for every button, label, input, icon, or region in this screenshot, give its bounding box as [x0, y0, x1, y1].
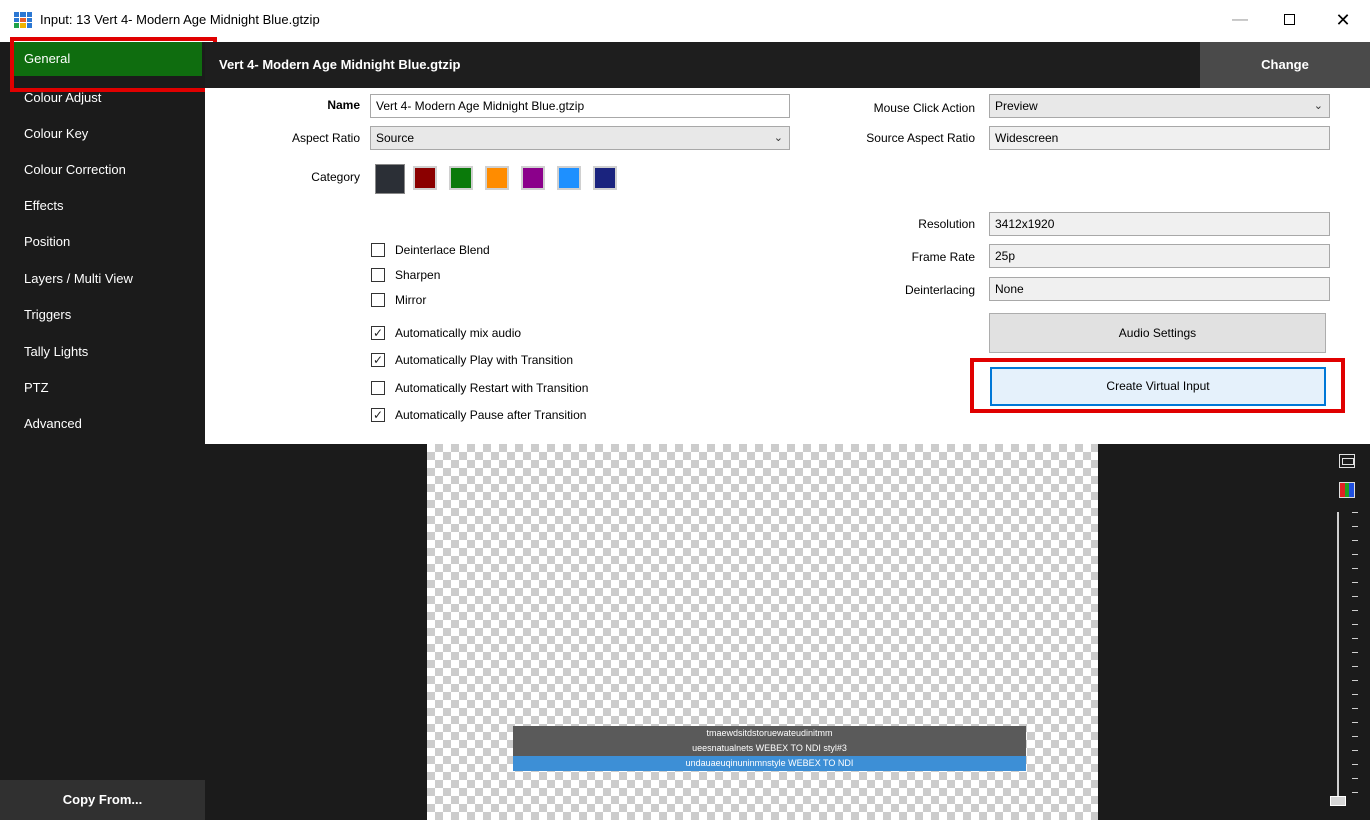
name-label: Name [327, 98, 360, 112]
lower-third-line-2: ueesnatualnets WEBEX TO NDI styl#3 [513, 741, 1026, 756]
deinterlacing-label: Deinterlacing [904, 283, 975, 297]
input-name-heading: Vert 4- Modern Age Midnight Blue.gtzip [219, 57, 461, 72]
monitor-icon[interactable] [1339, 454, 1355, 468]
window-title: Input: 13 Vert 4- Modern Age Midnight Bl… [40, 12, 320, 27]
source-aspect-ratio-field: Widescreen [989, 126, 1330, 150]
aspect-ratio-label: Aspect Ratio [291, 131, 360, 145]
lower-third-line-1: tmaewdsitdstoruewateudinitmm [513, 726, 1026, 741]
close-button[interactable]: ✕ [1320, 4, 1366, 36]
checkbox-label: Automatically Pause after Transition [395, 408, 587, 422]
app-icon-tile [20, 23, 26, 28]
mouse-click-action-value: Preview [995, 99, 1038, 113]
sidebar-item-layers-multi-view[interactable]: Layers / Multi View [12, 263, 202, 295]
app-icon-tile [14, 23, 20, 28]
name-field[interactable]: Vert 4- Modern Age Midnight Blue.gtzip [370, 94, 790, 118]
category-label: Category [311, 170, 360, 184]
sidebar-item-colour-correction[interactable]: Colour Correction [12, 154, 202, 186]
zoom-slider-thumb[interactable] [1330, 796, 1346, 806]
audio-settings-button[interactable]: Audio Settings [989, 313, 1326, 353]
sidebar-item-ptz[interactable]: PTZ [12, 372, 202, 404]
source-aspect-ratio-label: Source Aspect Ratio [866, 131, 975, 145]
lower-third-line-3: undauaeuqinuninmnstyle WEBEX TO NDI [513, 756, 1026, 771]
app-icon-tile [14, 17, 20, 23]
checkbox-row[interactable]: Deinterlace Blend [371, 240, 631, 260]
change-button[interactable]: Change [1200, 42, 1370, 88]
input-settings-window: Input: 13 Vert 4- Modern Age Midnight Bl… [0, 0, 1370, 820]
app-icon-tile [26, 12, 32, 17]
app-icon-tile [20, 17, 26, 23]
checkbox-label: Automatically mix audio [395, 326, 522, 340]
create-virtual-input-button[interactable]: Create Virtual Input [990, 367, 1326, 406]
checkbox-unchecked[interactable] [371, 293, 385, 307]
maximize-icon [1283, 14, 1295, 25]
checkbox-row[interactable]: ✓ Automatically mix audio [371, 323, 631, 343]
category-swatch[interactable] [557, 166, 581, 190]
title-bar: Input: 13 Vert 4- Modern Age Midnight Bl… [0, 0, 1370, 42]
checkbox-row[interactable]: ✓ Automatically Pause after Transition [371, 405, 631, 425]
category-swatch[interactable] [593, 166, 617, 190]
checkbox-row[interactable]: Automatically Restart with Transition [371, 378, 631, 398]
checkbox-label: Automatically Play with Transition [395, 353, 574, 367]
copy-from-button[interactable]: Copy From... [0, 780, 205, 820]
app-icon-tile [26, 17, 32, 23]
checkbox-label: Mirror [395, 293, 427, 307]
preview-canvas: tmaewdsitdstoruewateudinitmm ueesnatualn… [427, 444, 1098, 820]
frame-rate-field: 25p [989, 244, 1330, 268]
checkbox-label: Automatically Restart with Transition [395, 381, 589, 395]
resolution-field: 3412x1920 [989, 212, 1330, 236]
sidebar-item-colour-key[interactable]: Colour Key [12, 118, 202, 150]
preview-area: tmaewdsitdstoruewateudinitmm ueesnatualn… [205, 444, 1370, 820]
vmix-app-icon [14, 12, 32, 28]
settings-sidebar: General Colour Adjust Colour Key Colour … [0, 42, 205, 820]
checkbox-checked[interactable]: ✓ [371, 408, 385, 422]
input-header: Vert 4- Modern Age Midnight Blue.gtzip C… [205, 42, 1370, 88]
sidebar-item-tally-lights[interactable]: Tally Lights [12, 336, 202, 368]
lower-third-graphic: tmaewdsitdstoruewateudinitmm ueesnatualn… [513, 726, 1026, 771]
sidebar-item-general[interactable]: General [12, 42, 202, 76]
checkbox-label: Sharpen [395, 268, 441, 282]
checkbox-row[interactable]: ✓ Automatically Play with Transition [371, 350, 631, 370]
sidebar-item-effects[interactable]: Effects [12, 190, 202, 222]
colour-channels-icon[interactable] [1339, 482, 1355, 498]
resolution-label: Resolution [918, 217, 975, 231]
checkbox-row[interactable]: Sharpen [371, 265, 631, 285]
deinterlacing-field: None [989, 277, 1330, 301]
maximize-button[interactable] [1266, 4, 1312, 36]
checkbox-checked[interactable]: ✓ [371, 326, 385, 340]
minimize-button[interactable]: — [1217, 4, 1263, 36]
sidebar-item-colour-adjust[interactable]: Colour Adjust [12, 82, 202, 114]
category-swatch[interactable] [485, 166, 509, 190]
checkbox-row[interactable]: Mirror [371, 290, 631, 310]
chevron-down-icon: ⌄ [1313, 100, 1323, 112]
checkbox-label: Deinterlace Blend [395, 243, 490, 257]
mouse-click-action-select[interactable]: Preview ⌄ [989, 94, 1330, 118]
category-swatch[interactable] [449, 166, 473, 190]
app-icon-tile [20, 12, 26, 17]
zoom-slider-track[interactable] [1337, 512, 1339, 802]
app-icon-tile [26, 23, 32, 28]
mouse-click-action-label: Mouse Click Action [873, 101, 975, 115]
category-swatch[interactable] [413, 166, 437, 190]
checkbox-checked[interactable]: ✓ [371, 353, 385, 367]
zoom-slider-ticks [1352, 512, 1358, 802]
general-settings-panel: Name Vert 4- Modern Age Midnight Blue.gt… [205, 88, 1370, 444]
checkbox-unchecked[interactable] [371, 243, 385, 257]
app-icon-tile [14, 12, 20, 17]
chevron-down-icon: ⌄ [773, 132, 783, 144]
aspect-ratio-select[interactable]: Source ⌄ [370, 126, 790, 150]
checkbox-unchecked[interactable] [371, 381, 385, 395]
aspect-ratio-value: Source [376, 131, 415, 145]
checkbox-unchecked[interactable] [371, 268, 385, 282]
category-swatch[interactable] [375, 164, 405, 194]
sidebar-item-triggers[interactable]: Triggers [12, 299, 202, 331]
sidebar-item-advanced[interactable]: Advanced [12, 408, 202, 440]
preview-tools-strip [1330, 444, 1370, 820]
frame-rate-label: Frame Rate [911, 250, 975, 264]
sidebar-item-position[interactable]: Position [12, 226, 202, 258]
category-swatch[interactable] [521, 166, 545, 190]
